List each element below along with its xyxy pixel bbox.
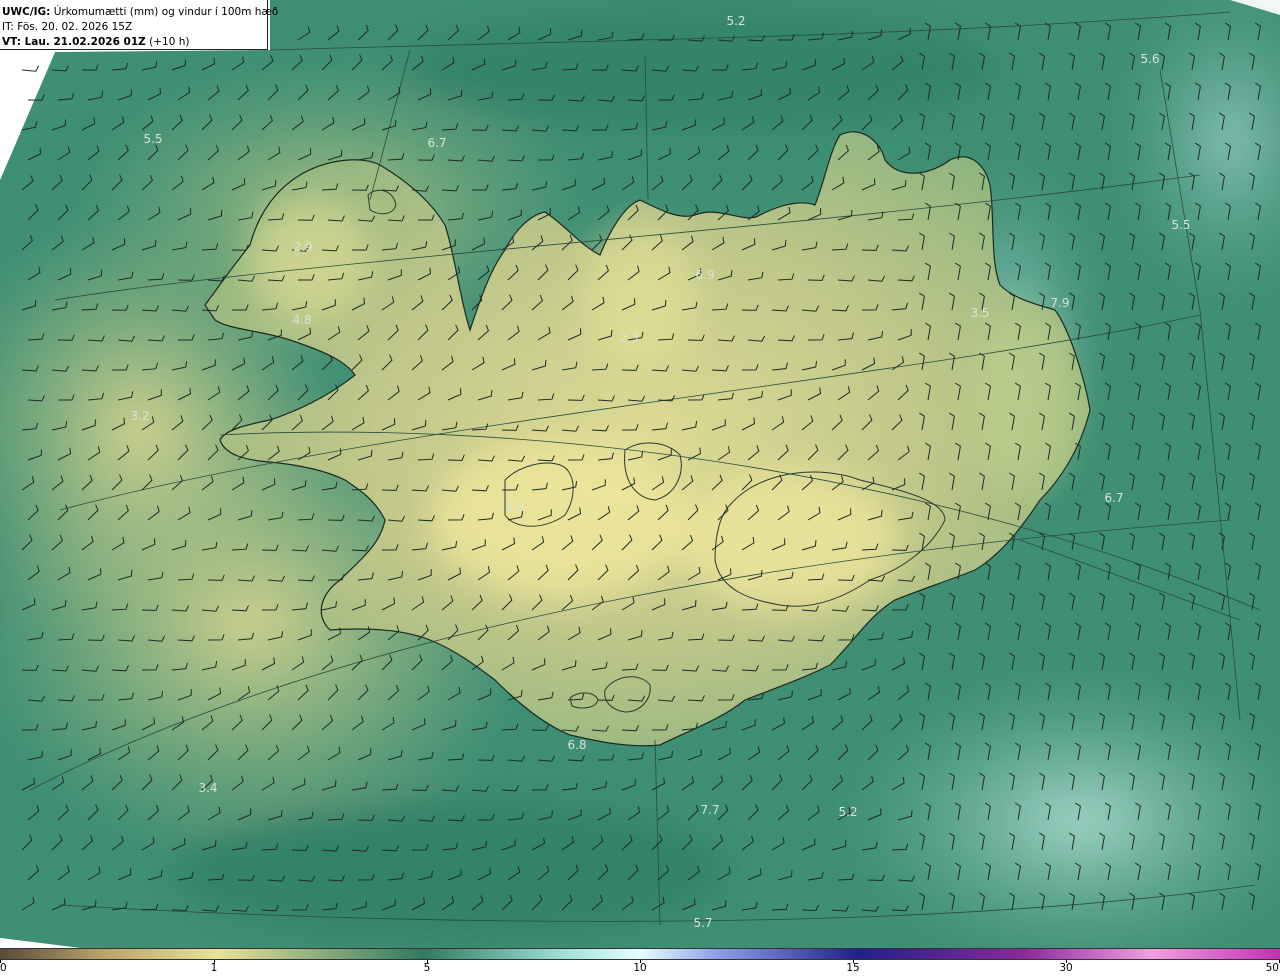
colorbar-tick-label: 10 [633, 962, 647, 974]
forecast-map[interactable]: 5.2 5.6 5.5 6.7 5.5 2.9 6.9 3.5 7.9 4.8 2.3 3.2 6.7 0… [0, 0, 1280, 948]
colorbar-tick-label: 50 [1265, 962, 1279, 974]
precip-value-label: 5.7 [693, 916, 713, 930]
precip-value-label: 5.2 [726, 14, 746, 28]
precip-value-label: 3.5 [970, 306, 990, 320]
precip-value-label: 7.9 [1050, 296, 1070, 310]
precip-value-label: 6.9 [695, 268, 715, 282]
colorbar-tick-label: 1 [210, 962, 218, 974]
precip-value-label: 0.9 [505, 501, 525, 515]
map-header: UWC/IG: Úrkomumætti (mm) og vindur í 100… [0, 0, 279, 50]
precip-value-label: 3.2 [130, 409, 150, 423]
precip-value-label: 2.3 [619, 331, 639, 345]
header-line-1: UWC/IG: Úrkomumætti (mm) og vindur í 100… [2, 6, 279, 18]
precip-value-label: 7.7 [700, 803, 720, 817]
precip-value-label: 6.8 [567, 738, 587, 752]
precip-colorbar [0, 948, 1280, 960]
precip-value-label: 2.9 [293, 240, 313, 254]
precip-value-label: 6.7 [1104, 491, 1124, 505]
header-line-3: VT: Lau. 21.02.2026 01Z (+10 h) [2, 36, 190, 48]
header-line-2: IT: Fös. 20. 02. 2026 15Z [2, 21, 133, 33]
precip-value-label: 4.8 [292, 313, 312, 327]
precip-value-label: 5.5 [143, 132, 163, 146]
precip-value-label: 5.2 [838, 805, 858, 819]
map-canvas [0, 0, 1280, 948]
colorbar-ticks: 0 1 5 10 15 30 50 [0, 960, 1280, 978]
colorbar-tick-label: 30 [1059, 962, 1073, 974]
colorbar-tick-label: 5 [423, 962, 431, 974]
colorbar-tick-label: 0 [0, 962, 7, 974]
precip-value-label: 3.4 [198, 781, 218, 795]
precip-value-label: 5.5 [1171, 218, 1191, 232]
precip-value-label: 5.6 [1140, 52, 1160, 66]
precip-value-label: 6.7 [427, 136, 447, 150]
colorbar-tick-label: 15 [846, 962, 860, 974]
